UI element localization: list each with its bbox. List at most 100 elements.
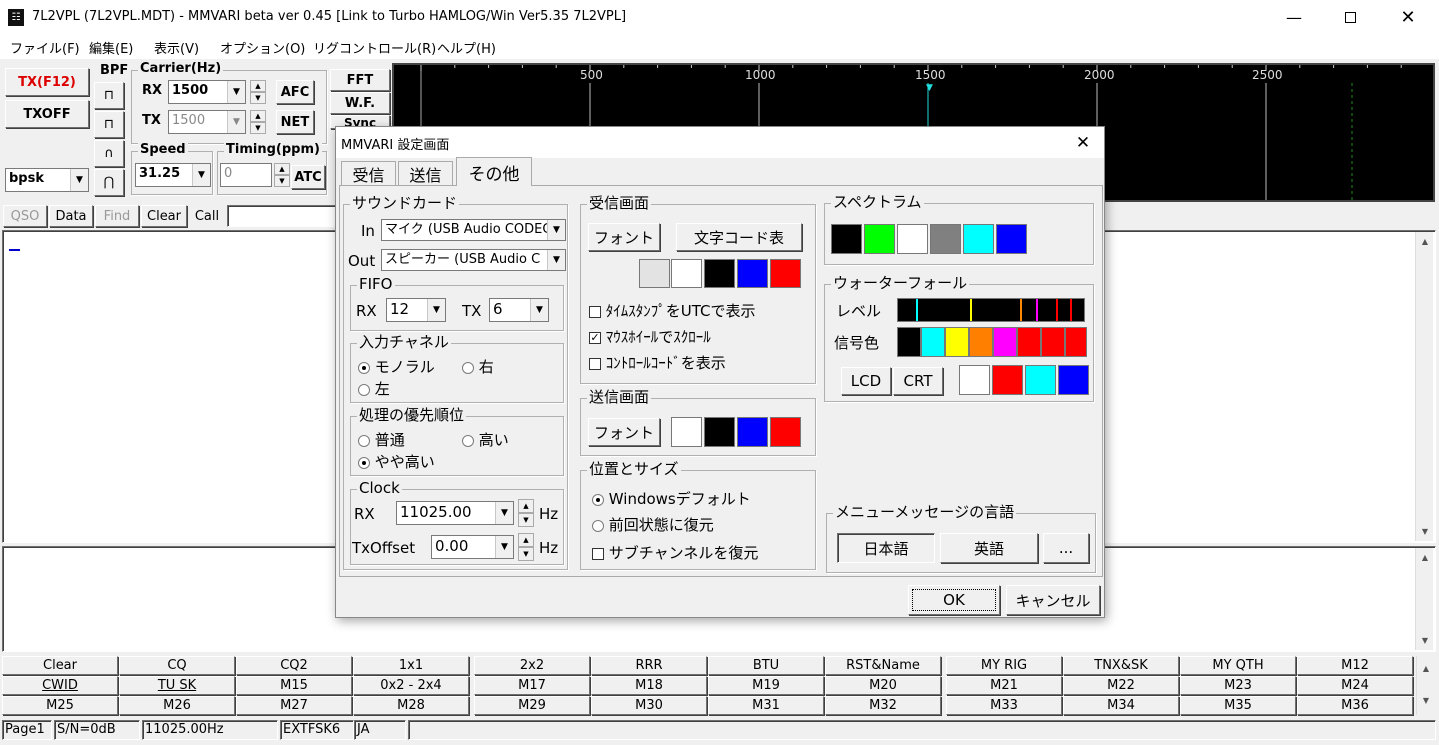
radio-slightly-high[interactable]: やや高い bbox=[358, 451, 435, 472]
clock-txoffset-select[interactable]: 0.00 ▼ bbox=[431, 535, 514, 559]
output-device-select[interactable]: スピーカー (USB Audio C ▼ bbox=[381, 249, 566, 271]
dialog-close-icon[interactable]: ✕ bbox=[1066, 129, 1100, 157]
speed-select[interactable]: 31.25 ▼ bbox=[135, 163, 211, 187]
macro-button-22[interactable]: M22 bbox=[1063, 676, 1179, 695]
macro-button-33[interactable]: M33 bbox=[946, 696, 1062, 715]
spectrum-color-swatch-2[interactable] bbox=[864, 224, 895, 254]
macro-button-4[interactable]: 1x1 bbox=[353, 656, 469, 675]
signal-color-swatch-6[interactable] bbox=[1017, 327, 1041, 357]
wf-color-swatch-3[interactable] bbox=[1025, 365, 1056, 395]
macro-button-1[interactable]: Clear bbox=[2, 656, 118, 675]
tx-carrier-spinner[interactable]: ▲ ▼ bbox=[250, 110, 266, 134]
macro-button-9[interactable]: MY RIG bbox=[946, 656, 1062, 675]
radio-left[interactable]: 左 bbox=[358, 378, 390, 399]
macro-button-31[interactable]: M31 bbox=[708, 696, 824, 715]
waterfall-level-bar[interactable] bbox=[897, 298, 1085, 322]
atc-button[interactable]: ATC bbox=[291, 165, 325, 189]
maximize-button[interactable] bbox=[1322, 0, 1378, 35]
scroll-up-icon[interactable]: ▲ bbox=[1417, 233, 1433, 250]
macro-button-17[interactable]: M17 bbox=[474, 676, 590, 695]
rx-color-swatch-5[interactable] bbox=[770, 259, 801, 288]
spectrum-color-swatch-4[interactable] bbox=[930, 224, 961, 254]
close-button[interactable]: ✕ bbox=[1380, 0, 1436, 35]
call-input[interactable] bbox=[227, 205, 339, 227]
macro-button-8[interactable]: RST&Name bbox=[825, 656, 941, 675]
timing-input[interactable]: 0 bbox=[220, 163, 272, 187]
macro-button-30[interactable]: M30 bbox=[591, 696, 707, 715]
wf-color-swatch-4[interactable] bbox=[1058, 365, 1089, 395]
signal-color-swatch-8[interactable] bbox=[1065, 327, 1087, 357]
macro-button-13[interactable]: CWID bbox=[2, 676, 118, 695]
spectrum-color-swatch-3[interactable] bbox=[897, 224, 928, 254]
english-button[interactable]: 英語 bbox=[940, 533, 1038, 563]
clock-rx-spinner[interactable]: ▲ ▼ bbox=[518, 499, 534, 527]
afc-button[interactable]: AFC bbox=[276, 80, 314, 104]
macro-button-20[interactable]: M20 bbox=[825, 676, 941, 695]
show-control-code-checkbox[interactable]: ｺﾝﾄﾛｰﾙｺｰﾄﾞを表示 bbox=[589, 352, 726, 373]
qso-button[interactable]: QSO bbox=[3, 205, 47, 227]
macro-button-11[interactable]: MY QTH bbox=[1180, 656, 1296, 675]
scroll-up-icon[interactable]: ▲ bbox=[1418, 660, 1434, 677]
menu-file[interactable]: ファイル(F) bbox=[10, 38, 80, 57]
macro-button-7[interactable]: BTU bbox=[708, 656, 824, 675]
find-button[interactable]: Find bbox=[95, 205, 139, 227]
macro-button-15[interactable]: M15 bbox=[236, 676, 352, 695]
radio-high[interactable]: 高い bbox=[462, 429, 509, 450]
japanese-button[interactable]: 日本語 bbox=[837, 533, 935, 563]
utc-timestamp-checkbox[interactable]: ﾀｲﾑｽﾀﾝﾌﾟをUTCで表示 bbox=[589, 300, 756, 321]
macro-button-16[interactable]: 0x2 - 2x4 bbox=[353, 676, 469, 695]
rx-carrier-select[interactable]: 1500 ▼ bbox=[168, 80, 246, 104]
mouse-wheel-scroll-checkbox[interactable]: ✓ ﾏｳｽﾎｲｰﾙでｽｸﾛｰﾙ bbox=[589, 326, 711, 347]
char-code-table-button[interactable]: 文字コード表 bbox=[676, 223, 802, 251]
tx-color-swatch-1[interactable] bbox=[671, 417, 702, 447]
fft-button[interactable]: FFT bbox=[330, 69, 390, 91]
menu-edit[interactable]: 編集(E) bbox=[89, 38, 133, 57]
mode-select[interactable]: bpsk ▼ bbox=[5, 168, 89, 192]
macro-button-21[interactable]: M21 bbox=[946, 676, 1062, 695]
signal-color-swatch-7[interactable] bbox=[1041, 327, 1065, 357]
macro-button-23[interactable]: M23 bbox=[1180, 676, 1296, 695]
signal-color-swatch-3[interactable] bbox=[945, 327, 969, 357]
menu-view[interactable]: 表示(V) bbox=[154, 38, 199, 57]
cancel-button[interactable]: キャンセル bbox=[1006, 585, 1100, 615]
menu-rig-control[interactable]: リグコントロール(R) bbox=[313, 38, 436, 57]
bpf-medium-button[interactable]: ⊓ bbox=[94, 111, 124, 138]
signal-color-swatch-2[interactable] bbox=[921, 327, 945, 357]
more-languages-button[interactable]: ... bbox=[1043, 533, 1089, 563]
scroll-down-icon[interactable]: ▼ bbox=[1418, 692, 1434, 709]
bpf-wide-button[interactable]: ⊓ bbox=[94, 82, 124, 109]
macro-button-28[interactable]: M28 bbox=[353, 696, 469, 715]
rx-color-swatch-3[interactable] bbox=[704, 259, 735, 288]
menu-help[interactable]: ヘルプ(H) bbox=[437, 38, 496, 57]
macro-scrollbar[interactable]: ▲ ▼ bbox=[1416, 656, 1434, 715]
signal-color-swatch-5[interactable] bbox=[993, 327, 1017, 357]
rx-color-swatch-1[interactable] bbox=[639, 259, 670, 288]
clear-button[interactable]: Clear bbox=[141, 205, 187, 227]
radio-windows-default[interactable]: Windowsデフォルト bbox=[592, 488, 751, 509]
spectrum-color-swatch-6[interactable] bbox=[996, 224, 1027, 254]
macro-button-18[interactable]: M18 bbox=[591, 676, 707, 695]
macro-button-19[interactable]: M19 bbox=[708, 676, 824, 695]
net-button[interactable]: NET bbox=[276, 110, 314, 134]
radio-restore-previous[interactable]: 前回状態に復元 bbox=[592, 514, 714, 535]
timing-spinner[interactable]: ▲ ▼ bbox=[274, 163, 290, 187]
signal-color-swatch-4[interactable] bbox=[969, 327, 993, 357]
spectrum-color-swatch-1[interactable] bbox=[831, 224, 862, 254]
data-button[interactable]: Data bbox=[49, 205, 93, 227]
rx-carrier-spinner[interactable]: ▲ ▼ bbox=[250, 80, 266, 104]
tx-color-swatch-4[interactable] bbox=[770, 417, 801, 447]
tab-transmit[interactable]: 送信 bbox=[398, 161, 453, 185]
macro-button-34[interactable]: M34 bbox=[1063, 696, 1179, 715]
waterfall-button[interactable]: W.F. bbox=[330, 92, 390, 114]
macro-button-25[interactable]: M25 bbox=[2, 696, 118, 715]
tx-color-swatch-3[interactable] bbox=[737, 417, 768, 447]
macro-button-29[interactable]: M29 bbox=[474, 696, 590, 715]
txoff-button[interactable]: TXOFF bbox=[5, 100, 89, 128]
crt-button[interactable]: CRT bbox=[893, 367, 943, 395]
ok-button[interactable]: OK bbox=[908, 585, 1000, 615]
rx-color-swatch-2[interactable] bbox=[671, 259, 702, 288]
macro-button-5[interactable]: 2x2 bbox=[474, 656, 590, 675]
receive-scrollbar[interactable]: ▲ ▼ bbox=[1415, 232, 1433, 541]
menu-options[interactable]: オプション(O) bbox=[220, 38, 305, 57]
tx-color-swatch-2[interactable] bbox=[704, 417, 735, 447]
